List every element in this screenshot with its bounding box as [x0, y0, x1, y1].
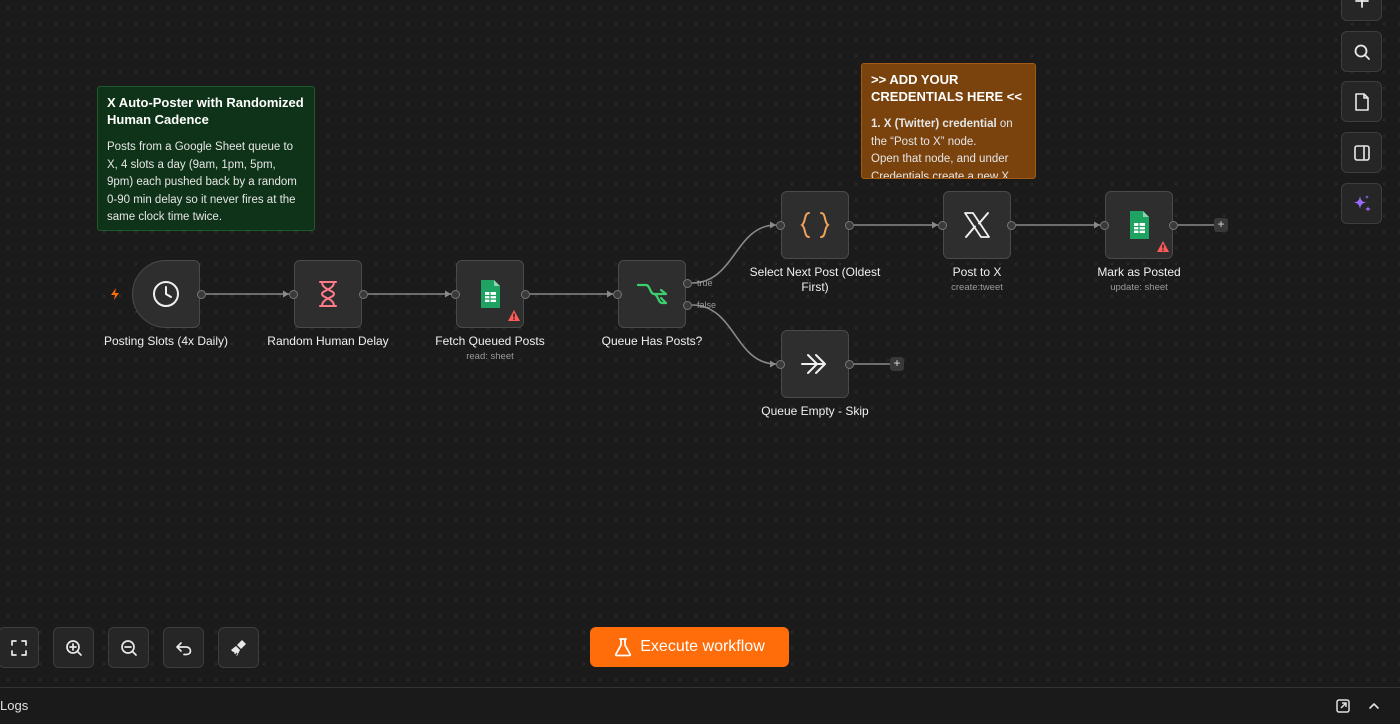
- hourglass-icon: [319, 281, 337, 307]
- sticky-note-text: 1. X (Twitter) credential on the “Post t…: [871, 116, 1026, 179]
- trigger-bolt-icon: [111, 288, 119, 300]
- sticky-note-bold-text: 1. X (Twitter) credential: [871, 118, 997, 130]
- search-button[interactable]: [1341, 31, 1382, 72]
- chevron-up-icon[interactable]: [1368, 700, 1380, 712]
- node-label: Post to X: [952, 265, 1002, 279]
- undo-button[interactable]: [163, 627, 204, 668]
- code-braces-icon: [800, 212, 830, 238]
- zoom-to-fit-button[interactable]: [0, 627, 39, 668]
- zoom-in-button[interactable]: [53, 627, 94, 668]
- zoom-in-icon: [65, 639, 82, 656]
- sticky-note-icon: [1354, 92, 1369, 111]
- sticky-note-title: X Auto-Poster with Randomized Human Cade…: [107, 95, 304, 127]
- sparkles-icon: [1353, 194, 1371, 212]
- input-port[interactable]: [776, 360, 785, 369]
- clock-icon: [153, 281, 179, 307]
- ai-assistant-button[interactable]: [1341, 183, 1382, 224]
- input-port[interactable]: [776, 221, 785, 230]
- node-label: Queue Empty - Skip: [761, 404, 869, 418]
- panel-right-icon: [1353, 144, 1370, 161]
- node-select-next-post[interactable]: [781, 191, 849, 259]
- node-random-human-delay[interactable]: [294, 260, 362, 328]
- node-queue-empty-skip[interactable]: [781, 330, 849, 398]
- google-sheets-icon: [1130, 211, 1149, 239]
- logs-label: Logs: [0, 698, 29, 713]
- node-subtitle: update: sheet: [1110, 282, 1168, 293]
- zoom-out-button[interactable]: [108, 627, 149, 668]
- branch-label-true: true: [697, 278, 713, 288]
- node-queue-has-posts[interactable]: [618, 260, 686, 328]
- output-port-true[interactable]: [683, 279, 692, 288]
- output-port[interactable]: [845, 360, 854, 369]
- add-sticky-note-button[interactable]: [1341, 81, 1382, 122]
- sticky-note-title: >> ADD YOUR CREDENTIALS HERE <<: [871, 72, 1022, 104]
- toggle-panel-button[interactable]: [1341, 132, 1382, 173]
- add-node-panel-button[interactable]: [1341, 0, 1382, 21]
- warning-icon[interactable]: [507, 309, 521, 322]
- output-port[interactable]: [845, 221, 854, 230]
- node-label: Mark as Posted: [1097, 265, 1181, 279]
- input-port[interactable]: [451, 290, 460, 299]
- if-branch-icon: [636, 283, 668, 305]
- x-logo-icon: [964, 212, 990, 238]
- node-posting-slots[interactable]: [132, 260, 200, 328]
- output-port[interactable]: [1007, 221, 1016, 230]
- node-label: Posting Slots (4x Daily): [103, 334, 229, 348]
- output-port[interactable]: [521, 290, 530, 299]
- fit-view-icon: [10, 639, 27, 656]
- output-port-false[interactable]: [683, 301, 692, 310]
- sticky-note-text: Posts from a Google Sheet queue to X, 4 …: [107, 141, 297, 223]
- sticky-note-credentials[interactable]: >> ADD YOUR CREDENTIALS HERE << 1. X (Tw…: [861, 63, 1036, 179]
- execute-workflow-button[interactable]: Execute workflow: [590, 627, 789, 667]
- broom-icon: [230, 639, 246, 656]
- output-port[interactable]: [1169, 221, 1178, 230]
- add-node-button[interactable]: +: [1214, 218, 1228, 232]
- execute-workflow-label: Execute workflow: [640, 638, 765, 655]
- output-port[interactable]: [359, 290, 368, 299]
- input-port[interactable]: [938, 221, 947, 230]
- node-label: Fetch Queued Posts: [435, 334, 545, 348]
- google-sheets-icon: [481, 280, 500, 308]
- node-label: Random Human Delay: [267, 334, 389, 348]
- output-port[interactable]: [197, 290, 206, 299]
- undo-icon: [175, 641, 191, 655]
- branch-label-false: false: [697, 300, 717, 310]
- no-op-arrow-icon: [801, 354, 826, 374]
- search-icon: [1354, 44, 1370, 60]
- pop-out-icon[interactable]: [1336, 699, 1350, 713]
- node-post-to-x[interactable]: [943, 191, 1011, 259]
- logs-panel-bar[interactable]: Logs: [0, 687, 1400, 724]
- node-label: Queue Has Posts?: [601, 334, 703, 348]
- zoom-out-icon: [120, 639, 137, 656]
- input-port[interactable]: [613, 290, 622, 299]
- add-node-button[interactable]: +: [890, 357, 904, 371]
- input-port[interactable]: [1100, 221, 1109, 230]
- sticky-note-text-part: Open that node, and under Credentials cr…: [871, 153, 1010, 179]
- tidy-up-button[interactable]: [218, 627, 259, 668]
- node-label: Select Next Post (Oldest First): [749, 265, 881, 294]
- node-subtitle: read: sheet: [466, 351, 514, 362]
- flask-icon: [615, 638, 632, 657]
- node-subtitle: create:tweet: [951, 282, 1003, 293]
- input-port[interactable]: [289, 290, 298, 299]
- sticky-note-intro[interactable]: X Auto-Poster with Randomized Human Cade…: [97, 86, 315, 231]
- plus-icon: [1354, 0, 1369, 8]
- warning-icon[interactable]: [1156, 240, 1170, 253]
